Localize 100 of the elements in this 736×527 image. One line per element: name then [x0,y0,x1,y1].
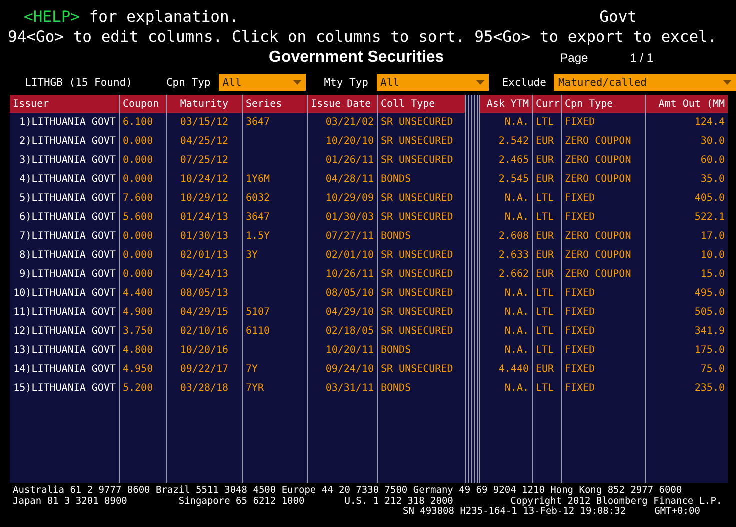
table-cell-text: SR UNSECURED [380,363,454,377]
table-cell-text: 3.750 [122,325,154,339]
table-cell-text: LTL [535,287,556,301]
table-cell-text: EUR [535,154,556,168]
screen-title: Government Securities [269,49,444,67]
column-header[interactable]: Issuer [10,95,119,113]
table-cell-text: 505.0 [694,306,726,320]
table-cell[interactable]: 15)LITHUANIA GOVT [10,379,119,398]
table-cell[interactable]: 12)LITHUANIA GOVT [10,322,119,341]
column-header[interactable]: Series [243,95,307,113]
table-cell-text: 03/15/12 [179,116,230,130]
table-cell-text: FIXED [564,192,596,206]
table-cell-text: SR UNSECURED [380,249,454,263]
table-cell-text: 02/10/16 [179,325,230,339]
table-cell-text: SR UNSECURED [380,287,454,301]
column-header[interactable]: Curr [533,95,561,113]
table-cell[interactable]: 9)LITHUANIA GOVT [10,265,119,284]
column-header[interactable]: Maturity [167,95,242,113]
table-cell-text: 4.400 [122,287,154,301]
caret-icon [723,80,732,85]
table-cell-text: FIXED [564,344,596,358]
table-cell-text: 02/01/10 [324,249,375,263]
column-header[interactable]: Coll Type [378,95,465,113]
table-cell-text: 4.950 [122,363,154,377]
footer-text: Australia 61 2 9777 8600 Brazil 5511 3048 4500 Europe 44 20 7330 7500 Germany 49 69 9204 1210 Hong Kong 852 2977 6000 [13,486,684,496]
table-cell-text: 15.0 [700,268,726,282]
table-cell[interactable]: 6)LITHUANIA GOVT [10,208,119,227]
table-cell-text: 04/29/15 [179,306,230,320]
table-cell-text: BONDS [380,230,412,244]
table-cell-text: FIXED [564,306,596,320]
table-cell-text: 08/05/13 [179,287,230,301]
table-cell[interactable]: 1)LITHUANIA GOVT [10,113,119,132]
caret-icon [476,80,486,85]
table-cell-text: 17.0 [700,230,726,244]
table-cell[interactable]: 10)LITHUANIA GOVT [10,284,119,303]
table-cell-text: FIXED [564,382,596,396]
column-header[interactable]: Cpn Type [562,95,645,113]
page-label: Page [560,51,588,65]
table-cell-text: N.A. [504,192,530,206]
filter-dropdown[interactable]: All [376,74,490,91]
table-cell[interactable]: 14)LITHUANIA GOVT [10,360,119,379]
table-cell-text: 08/05/10 [324,287,375,301]
help-text: for explanation. [88,8,239,26]
table-cell[interactable]: 2)LITHUANIA GOVT [10,132,119,151]
table-cell[interactable]: 8)LITHUANIA GOVT [10,246,119,265]
table-cell-text: 01/30/03 [324,211,375,225]
table-cell-text: 10/26/11 [324,268,375,282]
table-cell-text: ZERO COUPON [564,173,632,187]
table-cell-text: 3647 [245,211,272,225]
table-cell-text: N.A. [504,325,530,339]
table-cell-text: 6.100 [122,116,154,130]
table-cell-text: 10/20/11 [324,344,375,358]
table-cell-text: 0.000 [122,249,154,263]
table-cell-text: 10/29/12 [179,192,230,206]
table-cell-text: FIXED [564,116,596,130]
table-cell-text: 04/29/10 [324,306,375,320]
table-cell-text: 2.662 [498,268,530,282]
table-cell-text: 03/28/18 [179,382,230,396]
table-cell-text: 09/24/10 [324,363,375,377]
table-cell-text: FIXED [564,287,596,301]
table-cell-text: 10/20/16 [179,344,230,358]
column-header[interactable]: Coupon [120,95,166,113]
table-cell[interactable]: 3)LITHUANIA GOVT [10,151,119,170]
table-cell-text: 5.600 [122,211,154,225]
table-cell-text: 04/28/11 [324,173,375,187]
table-cell-text: 1.5Y [245,230,272,244]
table-cell-text: FIXED [564,211,596,225]
table-cell-text: LTL [535,116,556,130]
table-cell-text: 5107 [245,306,272,320]
column-header[interactable]: Ask YTM [480,95,532,113]
help-key[interactable]: <HELP> [24,8,80,26]
table-cell-text: 07/25/12 [179,154,230,168]
table-cell-text: 2.542 [498,135,530,149]
table-cell-text: 2.545 [498,173,530,187]
table-cell[interactable]: 11)LITHUANIA GOVT [10,303,119,322]
page-number: 1 / 1 [630,51,654,65]
table-cell-text: 495.0 [694,287,726,301]
table-cell-text: 04/24/13 [179,268,230,282]
table-cell-text: LTL [535,382,556,396]
column-header[interactable]: Issue Date [308,95,377,113]
filter-dropdown[interactable]: Matured/called [554,74,736,91]
table-cell[interactable]: 7)LITHUANIA GOVT [10,227,119,246]
table-cell-text: 10/24/12 [179,173,230,187]
instructions-text: 94<Go> to edit columns. Click on columns to sort. 95<Go> to export to excel. [8,28,718,46]
table-cell-text: ZERO COUPON [564,268,632,282]
table-cell-text: 01/24/13 [179,211,230,225]
table-cell-text: 2.633 [498,249,530,263]
table-cell-text: 235.0 [694,382,726,396]
table-cell[interactable]: 5)LITHUANIA GOVT [10,189,119,208]
table-cell[interactable]: 4)LITHUANIA GOVT [10,170,119,189]
market-label: Govt [600,8,637,26]
table-cell-text: ZERO COUPON [564,135,632,149]
table-cell-text: 522.1 [694,211,726,225]
table-cell-text: 30.0 [700,135,726,149]
column-header[interactable]: Amt Out (MM [646,95,728,113]
table-cell[interactable]: 13)LITHUANIA GOVT [10,341,119,360]
filter-dropdown[interactable]: All [218,74,306,91]
table-cell-text: 60.0 [700,154,726,168]
table-cell-text: EUR [535,135,556,149]
found-label: LITHGB (15 Found) [25,76,132,88]
